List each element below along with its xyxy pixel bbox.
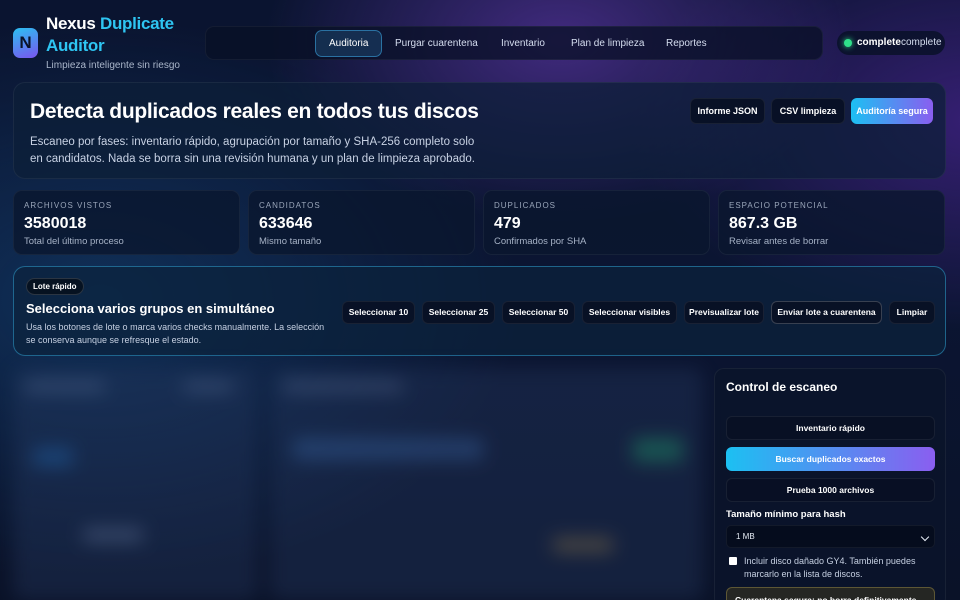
stat-label: Archivos vistos [24,201,113,210]
min-hash-size-label: Tamaño mínimo para hash [726,509,846,520]
chevron-down-icon [920,532,930,542]
tab-plan-de-limpieza[interactable]: Plan de limpieza [558,30,657,57]
safe-audit-button[interactable]: Auditoría segura [851,98,933,124]
tab-purgar-cuarentena[interactable]: Purgar cuarentena [382,30,491,57]
stat-card-files-seen: Archivos vistos 3580018 Total del último… [13,190,240,255]
include-damaged-disk-label: Incluir disco dañado GY4. También puedes… [744,556,916,579]
find-exact-duplicates-button[interactable]: Buscar duplicados exactos [726,447,935,471]
status-bold-text: complete [857,37,901,48]
stat-label: Candidatos [259,201,321,210]
app-header: N Nexus Duplicate Auditor Limpieza intel… [0,0,960,82]
preview-batch-button[interactable]: Previsualizar lote [684,301,764,324]
blurred-bar [183,382,233,391]
report-json-button[interactable]: Informe JSON [690,98,765,124]
hero-description: Escaneo por fases: inventario rápido, ag… [30,136,475,165]
scan-control-panel: Control de escaneo Inventario rápido Bus… [714,368,946,600]
blurred-bar [293,438,483,460]
csv-cleanup-button[interactable]: CSV limpieza [771,98,845,124]
stat-value: 633646 [259,215,313,232]
app-title: Nexus Duplicate Auditor [46,13,174,57]
blurred-bar [633,438,683,462]
clear-selection-button[interactable]: Limpiar [889,301,935,324]
hero-panel: Detecta duplicados reales en todos tus d… [13,82,946,179]
stat-value: 867.3 GB [729,215,798,232]
tab-reportes[interactable]: Reportes [653,30,720,57]
blurred-bar [25,382,105,391]
stat-value: 3580018 [24,215,87,232]
batch-description: Usa los botones de lote o marca varios c… [26,322,325,345]
stat-card-duplicates: Duplicados 479 Confirmados por SHA [483,190,710,255]
app-title-part1: Nexus [46,14,96,33]
main-nav: Auditoria Purgar cuarentena Inventario P… [205,26,823,60]
blurred-bar [283,382,403,391]
stat-card-candidates: Candidatos 633646 Mismo tamaño [248,190,475,255]
stat-subtitle: Revisar antes de borrar [729,236,829,247]
quick-inventory-button[interactable]: Inventario rápido [726,416,935,440]
app-logo-icon: N [13,28,38,58]
tab-auditoria[interactable]: Auditoria [315,30,383,57]
min-hash-size-value: 1 MB [736,532,755,541]
stat-label: Espacio potencial [729,201,829,210]
stat-subtitle: Mismo tamaño [259,236,322,247]
select-visible-button[interactable]: Seleccionar visibles [582,301,677,324]
app-title-part2: Duplicate [99,14,174,33]
blurred-bar [553,538,613,552]
scan-control-title: Control de escaneo [726,380,838,394]
batch-panel: Lote rápido Selecciona varios grupos en … [13,266,946,356]
stat-subtitle: Confirmados por SHA [494,236,587,247]
blurred-bar [33,448,73,466]
batch-badge: Lote rápido [26,278,84,295]
stat-subtitle: Total del último proceso [24,236,124,247]
test-1000-files-button[interactable]: Prueba 1000 archivos [726,478,935,502]
include-damaged-disk-checkbox[interactable] [729,557,737,565]
status-plain-text: complete [901,37,942,48]
app-title-part3: Auditor [46,36,105,55]
blurred-content-area [13,368,703,600]
stat-card-potential-space: Espacio potencial 867.3 GB Revisar antes… [718,190,945,255]
stat-value: 479 [494,215,521,232]
select-10-button[interactable]: Seleccionar 10 [342,301,415,324]
tab-inventario[interactable]: Inventario [488,30,558,57]
select-25-button[interactable]: Seleccionar 25 [422,301,495,324]
batch-title: Selecciona varios grupos en simultáneo [26,301,275,316]
blurred-panel-left [13,368,258,600]
send-batch-to-quarantine-button[interactable]: Enviar lote a cuarentena [771,301,882,324]
blurred-bar [83,528,143,542]
page-title: Detecta duplicados reales en todos tus d… [30,100,479,123]
status-dot-icon [844,39,852,47]
safe-quarantine-notice: Cuarentena segura: no borra definitivame… [726,587,935,600]
min-hash-size-select[interactable]: 1 MB [726,525,935,548]
stat-label: Duplicados [494,201,557,210]
blurred-panel-right [269,368,703,600]
select-50-button[interactable]: Seleccionar 50 [502,301,575,324]
status-badge: complete complete [837,31,945,55]
app-tagline: Limpieza inteligente sin riesgo [46,60,180,71]
